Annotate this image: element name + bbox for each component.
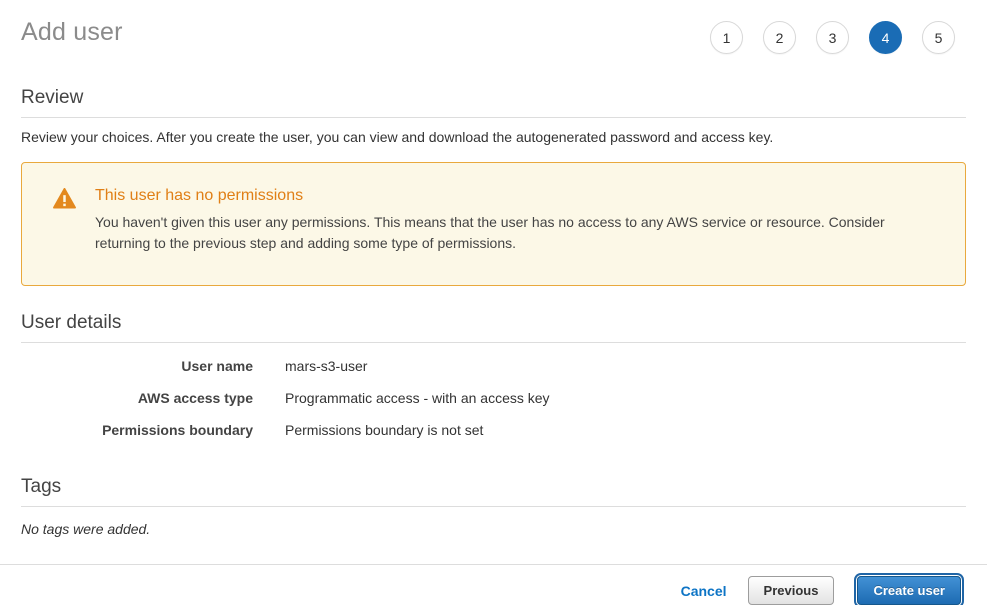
warning-title: This user has no permissions (95, 187, 931, 205)
previous-button[interactable]: Previous (748, 576, 835, 605)
wizard-footer: Cancel Previous Create user (0, 564, 987, 605)
step-2[interactable]: 2 (763, 21, 796, 54)
permissions-boundary-value: Permissions boundary is not set (285, 422, 483, 438)
access-type-label: AWS access type (21, 390, 253, 406)
user-details-heading: User details (21, 312, 966, 334)
tags-section: Tags No tags were added. (21, 476, 966, 537)
tags-divider (21, 506, 966, 507)
tags-empty-message: No tags were added. (21, 521, 966, 537)
create-user-button[interactable]: Create user (857, 576, 961, 605)
warning-content: This user has no permissions You haven't… (95, 187, 931, 254)
review-heading: Review (21, 87, 966, 109)
cancel-button[interactable]: Cancel (681, 583, 727, 599)
step-1[interactable]: 1 (710, 21, 743, 54)
review-section: Review Review your choices. After you cr… (21, 87, 966, 286)
step-3[interactable]: 3 (816, 21, 849, 54)
step-5[interactable]: 5 (922, 21, 955, 54)
user-details-divider (21, 342, 966, 343)
access-type-value: Programmatic access - with an access key (285, 390, 550, 406)
user-details-rows: User name mars-s3-user AWS access type P… (21, 350, 966, 446)
review-description: Review your choices. After you create th… (21, 129, 966, 145)
user-name-label: User name (21, 358, 253, 374)
warning-triangle-icon (53, 187, 76, 212)
permissions-boundary-label: Permissions boundary (21, 422, 253, 438)
footer-actions: Cancel Previous Create user (0, 565, 987, 605)
detail-row-access-type: AWS access type Programmatic access - wi… (21, 382, 966, 414)
detail-row-user-name: User name mars-s3-user (21, 350, 966, 382)
wizard-header: Add user 1 2 3 4 5 (21, 0, 966, 54)
step-4-active[interactable]: 4 (869, 21, 902, 54)
warning-body: You haven't given this user any permissi… (95, 212, 931, 254)
page-title: Add user (21, 18, 123, 47)
user-name-value: mars-s3-user (285, 358, 367, 374)
detail-row-permissions-boundary: Permissions boundary Permissions boundar… (21, 414, 966, 446)
user-details-section: User details User name mars-s3-user AWS … (21, 312, 966, 446)
wizard-step-indicator: 1 2 3 4 5 (710, 18, 966, 54)
add-user-wizard-page: Add user 1 2 3 4 5 Review Review your ch… (0, 0, 987, 537)
review-divider (21, 117, 966, 118)
no-permissions-warning-banner: This user has no permissions You haven't… (21, 162, 966, 286)
tags-heading: Tags (21, 476, 966, 498)
